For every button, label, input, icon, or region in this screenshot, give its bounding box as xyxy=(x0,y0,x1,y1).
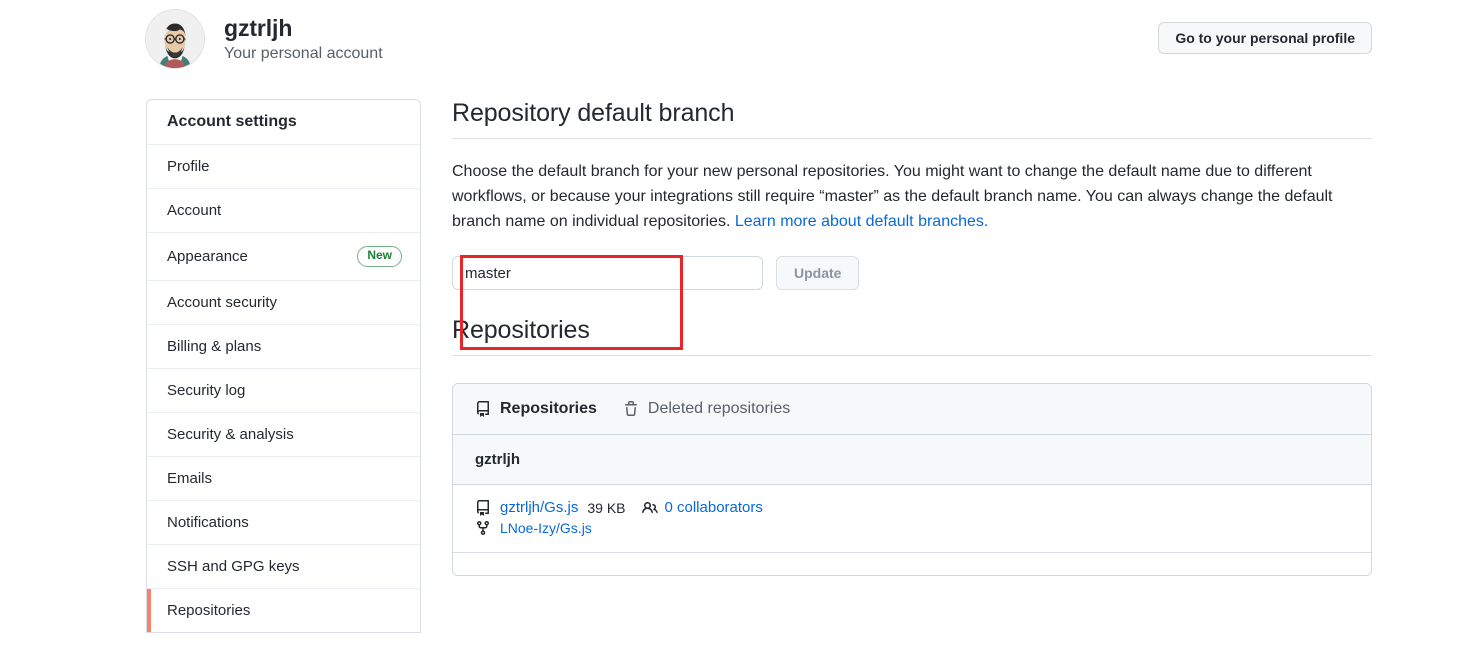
sidebar-item-label: Account security xyxy=(167,293,278,311)
repo-owner-row: gztrljh xyxy=(453,435,1371,486)
avatar xyxy=(145,9,205,69)
tab-label: Deleted repositories xyxy=(647,400,791,418)
page-root: gztrljh Your personal account Go to your… xyxy=(0,0,1483,661)
tab-label: Repositories xyxy=(500,400,597,418)
repo-icon xyxy=(477,499,489,516)
sidebar-title: Account settings xyxy=(147,100,420,145)
table-row: gztrljh/Gs.js 39 KB 0 collaborators LNoe… xyxy=(453,485,1371,554)
sidebar-item-label: Billing & plans xyxy=(167,337,262,355)
branch-name-input[interactable] xyxy=(452,256,763,291)
page-title: gztrljh xyxy=(224,15,293,42)
learn-more-default-branches-link[interactable]: Learn more about default branches. xyxy=(735,213,989,230)
default-branch-description: Choose the default branch for your new p… xyxy=(452,160,1336,234)
sidebar-item-account-security[interactable]: Account security xyxy=(147,280,420,325)
sidebar-item-notifications[interactable]: Notifications xyxy=(147,500,420,545)
repo-forked-icon xyxy=(477,521,489,536)
sidebar-item-profile[interactable]: Profile xyxy=(147,145,420,189)
go-to-personal-profile-button[interactable]: Go to your personal profile xyxy=(1158,22,1372,54)
sidebar-item-emails[interactable]: Emails xyxy=(147,456,420,501)
new-badge: New xyxy=(357,246,402,267)
main-content: Repository default branch Choose the def… xyxy=(452,99,1372,577)
sidebar-item-label: Security log xyxy=(167,381,246,399)
repo-primary-line: gztrljh/Gs.js 39 KB 0 collaborators xyxy=(475,499,1349,516)
sidebar-item-label: SSH and GPG keys xyxy=(167,557,300,575)
section-heading-repositories: Repositories xyxy=(452,316,1372,357)
sidebar-item-security-analysis[interactable]: Security & analysis xyxy=(147,412,420,457)
sidebar-item-repositories[interactable]: Repositories xyxy=(147,588,420,632)
repo-fork-line: LNoe-Izy/Gs.js xyxy=(475,520,1349,536)
account-header-text: gztrljh Your personal account xyxy=(224,15,383,63)
collaborators-group: 0 collaborators xyxy=(641,499,763,516)
update-button[interactable]: Update xyxy=(776,256,860,291)
tab-repositories[interactable]: Repositories xyxy=(475,400,597,418)
sidebar-item-label: Profile xyxy=(167,158,210,175)
people-icon xyxy=(641,501,658,513)
sidebar-item-label: Account xyxy=(167,202,222,219)
repository-size: 39 KB xyxy=(587,499,626,516)
sidebar-item-label: Security & analysis xyxy=(167,425,294,443)
sidebar-item-security-log[interactable]: Security log xyxy=(147,368,420,413)
sidebar-item-label: Emails xyxy=(167,469,213,487)
collaborators-link[interactable]: 0 collaborators xyxy=(665,499,763,516)
repo-icon xyxy=(477,401,489,418)
sidebar-item-label: Notifications xyxy=(167,513,249,531)
user-illustration-avatar-icon xyxy=(146,10,204,68)
default-branch-form: Update xyxy=(452,256,1372,291)
sidebar-item-label: Appearance xyxy=(167,247,248,265)
section-heading-default-branch: Repository default branch xyxy=(452,99,1372,139)
sidebar-item-account[interactable]: Account xyxy=(147,189,420,233)
sidebar-item-billing-plans[interactable]: Billing & plans xyxy=(147,324,420,369)
repository-link[interactable]: gztrljh/Gs.js xyxy=(500,499,578,516)
account-subtitle: Your personal account xyxy=(224,44,383,62)
fork-parent-link[interactable]: LNoe-Izy/Gs.js xyxy=(500,520,592,536)
table-row-partial xyxy=(453,553,1371,576)
tab-deleted-repositories[interactable]: Deleted repositories xyxy=(623,400,790,418)
repositories-card: Repositories Deleted repositories gztrlj… xyxy=(452,383,1372,577)
sidebar-item-label: Repositories xyxy=(167,601,251,619)
settings-sidebar: Account settings Profile Account Appeara… xyxy=(146,99,421,633)
trash-icon xyxy=(624,401,637,417)
sidebar-item-appearance[interactable]: Appearance New xyxy=(147,233,420,281)
sidebar-item-ssh-gpg-keys[interactable]: SSH and GPG keys xyxy=(147,544,420,589)
repositories-tab-bar: Repositories Deleted repositories xyxy=(453,384,1371,436)
